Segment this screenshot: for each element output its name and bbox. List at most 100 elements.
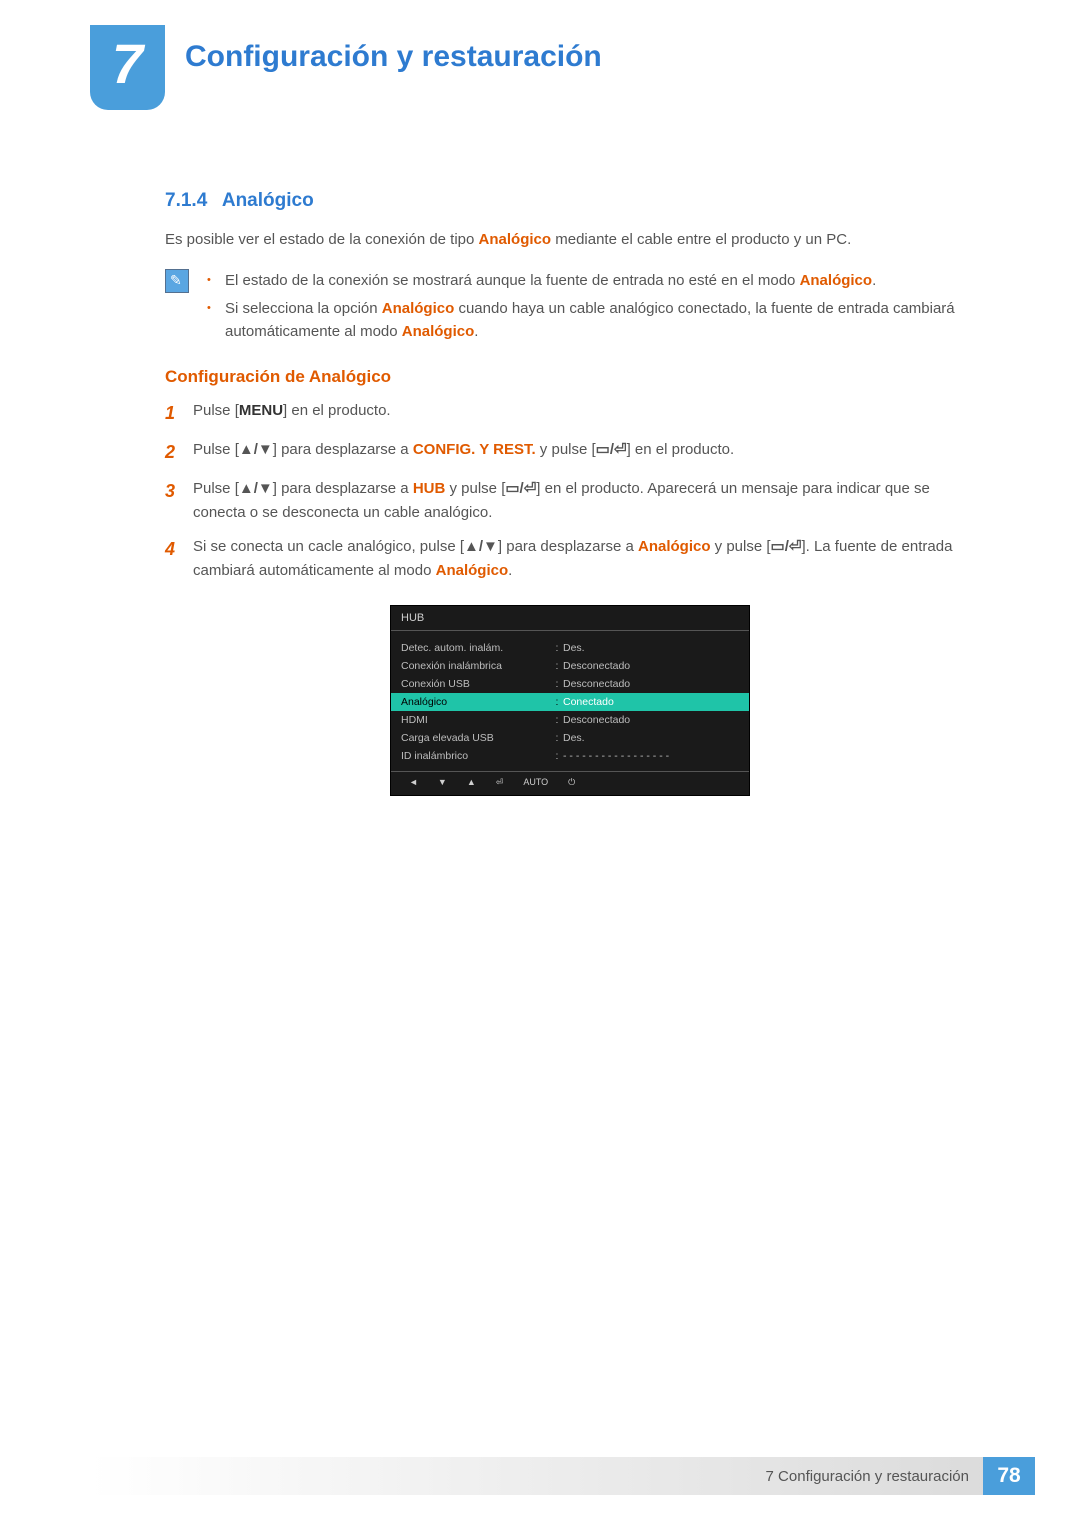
text-span: El estado de la conexión se mostrará aun… [225, 272, 800, 289]
osd-colon: : [551, 678, 563, 690]
osd-row-label: Conexión USB [401, 678, 551, 690]
nav-icon: ▲ [467, 777, 476, 787]
osd-row: Carga elevada USB:Des. [401, 729, 739, 747]
osd-colon: : [551, 750, 563, 762]
footer-text: 7 Configuración y restauración [90, 1457, 983, 1495]
highlight-analogico: Analógico [402, 323, 475, 340]
text-span: ] para desplazarse a [273, 441, 413, 458]
step-number: 1 [165, 399, 179, 428]
highlight-hub: HUB [413, 480, 446, 497]
up-down-icon: ▲/▼ [239, 480, 273, 497]
osd-colon: : [551, 660, 563, 672]
note-block: El estado de la conexión se mostrará aun… [165, 269, 975, 347]
up-down-icon: ▲/▼ [464, 538, 498, 555]
osd-row-value: - - - - - - - - - - - - - - - - - [563, 750, 739, 762]
section-number: 7.1.4 [165, 190, 207, 211]
text-span: Pulse [ [193, 402, 239, 419]
highlight-config-rest: CONFIG. Y REST. [413, 441, 536, 458]
step-item: 3 Pulse [▲/▼] para desplazarse a HUB y p… [165, 477, 975, 525]
text-span: Si selecciona la opción [225, 300, 382, 317]
osd-bottom-bar: ◄ ▼ ▲ ⏎ AUTO ⏻ [391, 771, 749, 795]
note-item: El estado de la conexión se mostrará aun… [207, 269, 975, 292]
text-span: . [474, 323, 478, 340]
osd-colon: : [551, 642, 563, 654]
text-span: Pulse [ [193, 480, 239, 497]
osd-screenshot: HUB Detec. autom. inalám.:Des.Conexión i… [165, 605, 975, 796]
highlight-analogico: Analógico [800, 272, 873, 289]
page-number: 78 [983, 1457, 1035, 1495]
osd-row: ID inalámbrico:- - - - - - - - - - - - -… [401, 747, 739, 765]
step-number: 3 [165, 477, 179, 525]
text-span: y pulse [ [536, 441, 596, 458]
text-span: . [872, 272, 876, 289]
note-item: Si selecciona la opción Analógico cuando… [207, 297, 975, 344]
enter-source-icon: ▭/⏎ [771, 538, 802, 555]
chapter-number-tab: 7 [90, 25, 165, 110]
nav-icon: ⏎ [496, 777, 504, 788]
page-footer: 7 Configuración y restauración 78 [90, 1457, 1035, 1495]
osd-row-value: Desconectado [563, 660, 739, 672]
page-content: 7.1.4 Analógico Es posible ver el estado… [165, 190, 975, 796]
steps-list: 1 Pulse [MENU] en el producto. 2 Pulse [… [165, 399, 975, 583]
step-number: 4 [165, 535, 179, 583]
text-span: Es posible ver el estado de la conexión … [165, 231, 479, 248]
step-item: 2 Pulse [▲/▼] para desplazarse a CONFIG.… [165, 438, 975, 467]
nav-icon: ◄ [409, 777, 418, 787]
section-heading: 7.1.4 Analógico [165, 190, 975, 212]
osd-colon: : [551, 732, 563, 744]
page-header: 7 Configuración y restauración [0, 0, 1080, 120]
osd-row: HDMI:Desconectado [401, 711, 739, 729]
osd-row-value: Des. [563, 642, 739, 654]
step-number: 2 [165, 438, 179, 467]
text-span: Si se conecta un cacle analógico, pulse … [193, 538, 464, 555]
osd-row-label: HDMI [401, 714, 551, 726]
osd-colon: : [551, 714, 563, 726]
osd-row: Detec. autom. inalám.:Des. [401, 639, 739, 657]
osd-row-label: Analógico [401, 696, 551, 708]
text-span: ] para desplazarse a [273, 480, 413, 497]
intro-paragraph: Es posible ver el estado de la conexión … [165, 228, 975, 251]
note-list: El estado de la conexión se mostrará aun… [207, 269, 975, 347]
text-span: mediante el cable entre el producto y un… [551, 231, 851, 248]
highlight-analogico: Analógico [638, 538, 711, 555]
osd-row-value: Desconectado [563, 678, 739, 690]
osd-row-label: ID inalámbrico [401, 750, 551, 762]
osd-row-selected: Analógico:Conectado [391, 693, 749, 711]
step-body: Pulse [▲/▼] para desplazarse a CONFIG. Y… [193, 438, 975, 467]
osd-row-label: Detec. autom. inalám. [401, 642, 551, 654]
enter-source-icon: ▭/⏎ [596, 441, 627, 458]
highlight-analogico: Analógico [382, 300, 455, 317]
text-span: . [508, 562, 512, 579]
enter-source-icon: ▭/⏎ [505, 480, 536, 497]
osd-row-label: Conexión inalámbrica [401, 660, 551, 672]
osd-row: Conexión USB:Desconectado [401, 675, 739, 693]
nav-icon: ▼ [438, 777, 447, 787]
highlight-analogico: Analógico [479, 231, 552, 248]
text-span: ] en el producto. [627, 441, 735, 458]
text-span: ] para desplazarse a [498, 538, 638, 555]
up-down-icon: ▲/▼ [239, 441, 273, 458]
osd-auto-label: AUTO [523, 777, 548, 787]
osd-row: Conexión inalámbrica:Desconectado [401, 657, 739, 675]
menu-key-label: MENU [239, 402, 283, 419]
sub-heading: Configuración de Analógico [165, 367, 975, 387]
text-span: y pulse [ [711, 538, 771, 555]
step-body: Pulse [MENU] en el producto. [193, 399, 975, 428]
text-span: Pulse [ [193, 441, 239, 458]
osd-row-label: Carga elevada USB [401, 732, 551, 744]
text-span: y pulse [ [445, 480, 505, 497]
step-body: Si se conecta un cacle analógico, pulse … [193, 535, 975, 583]
power-icon: ⏻ [568, 777, 575, 788]
osd-row-value: Des. [563, 732, 739, 744]
section-title: Analógico [222, 190, 314, 211]
osd-title: HUB [391, 606, 749, 630]
osd-colon: : [551, 696, 563, 708]
osd-rows: Detec. autom. inalám.:Des.Conexión inalá… [391, 631, 749, 771]
osd-panel: HUB Detec. autom. inalám.:Des.Conexión i… [390, 605, 750, 796]
step-item: 1 Pulse [MENU] en el producto. [165, 399, 975, 428]
note-icon [165, 269, 189, 293]
step-item: 4 Si se conecta un cacle analógico, puls… [165, 535, 975, 583]
osd-row-value: Desconectado [563, 714, 739, 726]
step-body: Pulse [▲/▼] para desplazarse a HUB y pul… [193, 477, 975, 525]
highlight-analogico: Analógico [436, 562, 509, 579]
